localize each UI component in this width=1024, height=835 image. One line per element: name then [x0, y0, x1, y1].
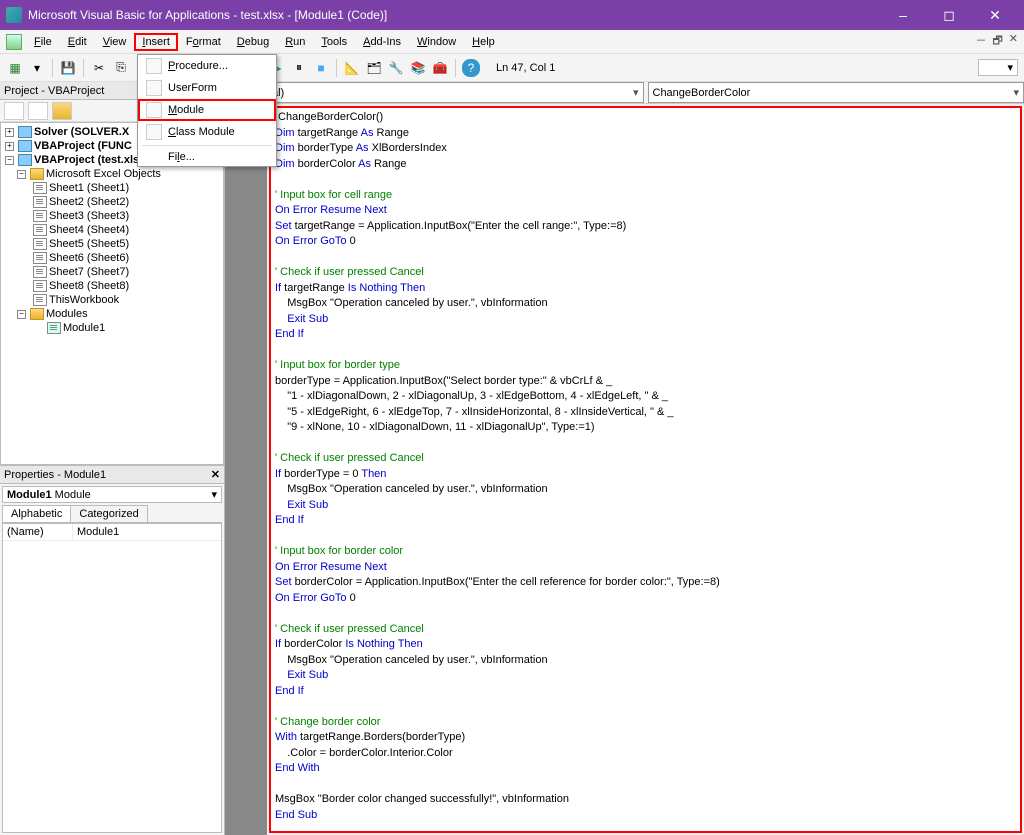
- props-panel-close[interactable]: ✕: [211, 468, 220, 481]
- tree-sheet7[interactable]: Sheet7 (Sheet7): [49, 266, 129, 278]
- insert-classmodule[interactable]: Class Module: [138, 121, 276, 143]
- tree-sheet2[interactable]: Sheet2 (Sheet2): [49, 196, 129, 208]
- copy-icon[interactable]: ⎘: [112, 59, 130, 77]
- view-excel-icon[interactable]: ▦: [6, 59, 24, 77]
- menu-debug[interactable]: Debug: [229, 33, 277, 51]
- objbrowser-icon[interactable]: 📚: [409, 59, 427, 77]
- menu-insert[interactable]: Insert: [134, 33, 178, 51]
- prop-name-value[interactable]: Module1: [73, 524, 221, 540]
- menu-format[interactable]: Format: [178, 33, 229, 51]
- insert-procedure[interactable]: Procedure...: [138, 55, 276, 77]
- tree-func[interactable]: VBAProject (FUNC: [34, 140, 132, 152]
- procedure-icon: [146, 58, 162, 74]
- menubar: File Edit View Insert Format Debug Run T…: [0, 30, 1024, 54]
- mdi-restore[interactable]: 🗗: [992, 32, 1002, 51]
- props-icon[interactable]: 🔧: [387, 59, 405, 77]
- cut-icon[interactable]: ✂: [90, 59, 108, 77]
- menu-run[interactable]: Run: [277, 33, 313, 51]
- tree-sheet6[interactable]: Sheet6 (Sheet6): [49, 252, 129, 264]
- tree-module1[interactable]: Module1: [63, 322, 105, 334]
- insert-file[interactable]: File...: [138, 148, 276, 166]
- props-tab-alphabetic[interactable]: Alphabetic: [2, 505, 71, 522]
- design-icon[interactable]: 📐: [343, 59, 361, 77]
- menu-addins[interactable]: Add-Ins: [355, 33, 409, 51]
- object-dropdown[interactable]: al)▾: [267, 82, 644, 103]
- view-object-button[interactable]: [28, 102, 48, 120]
- props-panel-title: Properties - Module1: [4, 469, 106, 481]
- menu-tools[interactable]: Tools: [313, 33, 355, 51]
- insert-userform[interactable]: UserForm: [138, 77, 276, 99]
- mdi-close[interactable]: ✕: [1009, 32, 1018, 51]
- maximize-button[interactable]: ◻: [926, 0, 972, 30]
- mdi-minimize[interactable]: －: [975, 32, 986, 51]
- procedure-dropdown[interactable]: ChangeBorderColor▾: [648, 82, 1024, 103]
- tree-thiswb[interactable]: ThisWorkbook: [49, 294, 119, 306]
- tree-sheet1[interactable]: Sheet1 (Sheet1): [49, 182, 129, 194]
- toolbox-icon[interactable]: 🧰: [431, 59, 449, 77]
- userform-icon: [146, 80, 162, 96]
- view-code-button[interactable]: [4, 102, 24, 120]
- break-icon[interactable]: ⏸: [290, 59, 308, 77]
- props-grid[interactable]: (Name) Module1: [2, 523, 222, 833]
- excel-icon: [6, 34, 22, 50]
- menu-separator: [142, 145, 272, 146]
- project-icon[interactable]: 🗂: [365, 59, 383, 77]
- props-tab-categorized[interactable]: Categorized: [70, 505, 147, 522]
- window-title: Microsoft Visual Basic for Applications …: [28, 8, 880, 22]
- classmodule-icon: [146, 124, 162, 140]
- project-panel-title: Project - VBAProject: [4, 85, 104, 97]
- props-panel-header: Properties - Module1 ✕: [0, 466, 224, 484]
- close-button[interactable]: ✕: [972, 0, 1018, 30]
- tree-solver[interactable]: Solver (SOLVER.X: [34, 126, 129, 138]
- props-object-combo[interactable]: Module1 Module▾: [2, 486, 222, 503]
- toolbar-dropdown-icon[interactable]: ▾: [28, 59, 46, 77]
- reset-icon[interactable]: ■: [312, 59, 330, 77]
- insert-dropdown: Procedure... UserForm Module Class Modul…: [137, 54, 277, 167]
- titlebar: Microsoft Visual Basic for Applications …: [0, 0, 1024, 30]
- menu-help[interactable]: Help: [464, 33, 503, 51]
- tree-sheet3[interactable]: Sheet3 (Sheet3): [49, 210, 129, 222]
- tree-test[interactable]: VBAProject (test.xlsx): [34, 154, 149, 166]
- app-icon: [6, 7, 22, 23]
- toolbar-combo[interactable]: ▾: [978, 59, 1018, 76]
- menu-file[interactable]: File: [26, 33, 60, 51]
- insert-module[interactable]: Module: [138, 99, 276, 121]
- tree-modules[interactable]: Modules: [46, 308, 88, 320]
- menu-view[interactable]: View: [95, 33, 135, 51]
- help-icon[interactable]: ?: [462, 59, 480, 77]
- save-icon[interactable]: 💾: [59, 59, 77, 77]
- tree-sheet8[interactable]: Sheet8 (Sheet8): [49, 280, 129, 292]
- tree-excelobj[interactable]: Microsoft Excel Objects: [46, 168, 161, 180]
- toggle-folders-button[interactable]: [52, 102, 72, 120]
- minimize-button[interactable]: –: [880, 0, 926, 30]
- tree-sheet5[interactable]: Sheet5 (Sheet5): [49, 238, 129, 250]
- menu-edit[interactable]: Edit: [60, 33, 95, 51]
- prop-name-key: (Name): [3, 524, 73, 540]
- project-tree[interactable]: +Solver (SOLVER.X +VBAProject (FUNC −VBA…: [0, 122, 224, 465]
- cursor-position: Ln 47, Col 1: [496, 62, 555, 74]
- tree-sheet4[interactable]: Sheet4 (Sheet4): [49, 224, 129, 236]
- module-icon: [146, 102, 162, 118]
- code-editor[interactable]: ChangeBorderColor() Dim targetRange As R…: [269, 106, 1022, 833]
- menu-window[interactable]: Window: [409, 33, 464, 51]
- splitter[interactable]: [225, 82, 267, 835]
